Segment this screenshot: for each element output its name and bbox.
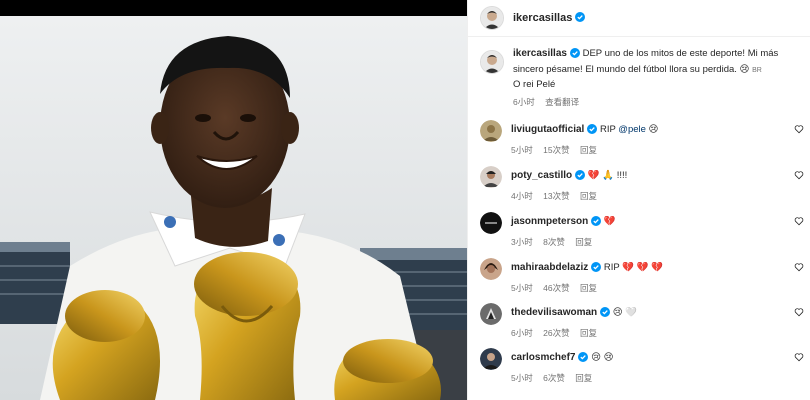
verified-badge-icon: [575, 170, 586, 185]
avatar[interactable]: [480, 258, 502, 280]
avatar-image: [480, 166, 502, 188]
comment-text: 💔: [603, 216, 616, 227]
avatar-image: [481, 51, 503, 73]
comment-username[interactable]: thedevilisawoman: [511, 307, 597, 318]
caption-tag: BR: [752, 67, 762, 74]
like-heart-icon[interactable]: [794, 352, 804, 362]
reply-button[interactable]: 回复: [580, 191, 597, 201]
verified-badge-icon: [591, 216, 602, 231]
comment-item: jasonmpeterson 💔 3小时 8次赞 回复: [480, 212, 810, 252]
comment-time: 5小时: [511, 145, 533, 155]
comment-likes[interactable]: 26次赞: [543, 328, 569, 338]
avatar-image: [480, 303, 502, 325]
verified-badge-icon: [575, 9, 586, 27]
like-heart-icon[interactable]: [794, 262, 804, 272]
post-photo: [0, 0, 467, 400]
avatar[interactable]: [480, 348, 502, 370]
reply-button[interactable]: 回复: [580, 328, 597, 338]
comment-likes[interactable]: 8次赞: [543, 237, 565, 247]
verified-badge-icon: [578, 352, 589, 367]
comment-text: RIP: [599, 124, 619, 135]
comment-emoji: 😢: [645, 124, 659, 135]
comment-time: 5小时: [511, 283, 533, 293]
like-heart-icon[interactable]: [794, 307, 804, 317]
comment-item: liviugutaofficial RIP @pele 😢 5小时 15次赞 回…: [480, 120, 810, 160]
comment-likes[interactable]: 15次赞: [543, 145, 569, 155]
avatar[interactable]: [480, 212, 502, 234]
like-heart-icon[interactable]: [794, 170, 804, 180]
comment-likes[interactable]: 6次赞: [543, 373, 565, 383]
comments-panel: ikercasillas ikercasillas DEP uno de los…: [467, 0, 810, 400]
comment-text: RIP 💔 💔 💔: [603, 262, 663, 273]
comment-username[interactable]: mahiraabdelaziz: [511, 262, 588, 273]
translate-link[interactable]: 查看翻译: [545, 97, 579, 107]
comment-text: 😢 😢: [591, 352, 614, 363]
avatar[interactable]: [480, 50, 504, 74]
reply-button[interactable]: 回复: [575, 373, 592, 383]
caption: ikercasillas DEP uno de los mitos de est…: [468, 40, 810, 109]
like-heart-icon[interactable]: [794, 216, 804, 226]
reply-button[interactable]: 回复: [580, 145, 597, 155]
comment-time: 6小时: [511, 328, 533, 338]
comment-likes[interactable]: 46次赞: [543, 283, 569, 293]
avatar-image: [480, 212, 502, 234]
verified-badge-icon: [591, 262, 602, 277]
reply-button[interactable]: 回复: [580, 283, 597, 293]
comment-likes[interactable]: 13次赞: [543, 191, 569, 201]
avatar-image: [481, 7, 503, 29]
comment-username[interactable]: jasonmpeterson: [511, 216, 588, 227]
post-image: [0, 16, 467, 400]
avatar-image: [480, 120, 502, 142]
comment-username[interactable]: carlosmchef7: [511, 352, 575, 363]
avatar[interactable]: [480, 303, 502, 325]
header-username[interactable]: ikercasillas: [513, 12, 572, 24]
verified-badge-icon: [600, 307, 611, 322]
reply-button[interactable]: 回复: [575, 237, 592, 247]
trophy-center: [194, 252, 301, 400]
like-heart-icon[interactable]: [794, 124, 804, 134]
comment-item: poty_castillo 💔 🙏 !!!! 4小时 13次赞 回复: [480, 166, 810, 206]
comment-username[interactable]: liviugutaofficial: [511, 124, 584, 135]
comment-item: thedevilisawoman 😢 🤍 6小时 26次赞 回复: [480, 303, 810, 343]
verified-badge-icon: [569, 48, 580, 63]
verified-badge-icon: [587, 124, 598, 139]
mention-link[interactable]: @pele: [618, 124, 646, 135]
comment-text: 💔 🙏 !!!!: [587, 170, 628, 181]
caption-username[interactable]: ikercasillas: [513, 48, 567, 59]
avatar[interactable]: [480, 166, 502, 188]
comment-item: carlosmchef7 😢 😢 5小时 6次赞 回复: [480, 348, 810, 388]
post-header: ikercasillas: [468, 0, 810, 37]
comment-time: 4小时: [511, 191, 533, 201]
caption-line2: O rei Pelé: [513, 79, 556, 90]
comment-time: 3小时: [511, 237, 533, 247]
comment-text: 😢 🤍: [612, 307, 638, 318]
comment-username[interactable]: poty_castillo: [511, 170, 572, 181]
avatar-image: [480, 348, 502, 370]
avatar[interactable]: [480, 6, 504, 30]
comments-list: ikercasillas DEP uno de los mitos de est…: [468, 40, 810, 383]
comment-item: mahiraabdelaziz RIP 💔 💔 💔 5小时 46次赞 回复: [480, 258, 810, 298]
comment-time: 5小时: [511, 373, 533, 383]
avatar[interactable]: [480, 120, 502, 142]
avatar-image: [480, 258, 502, 280]
caption-time: 6小时: [513, 97, 535, 107]
